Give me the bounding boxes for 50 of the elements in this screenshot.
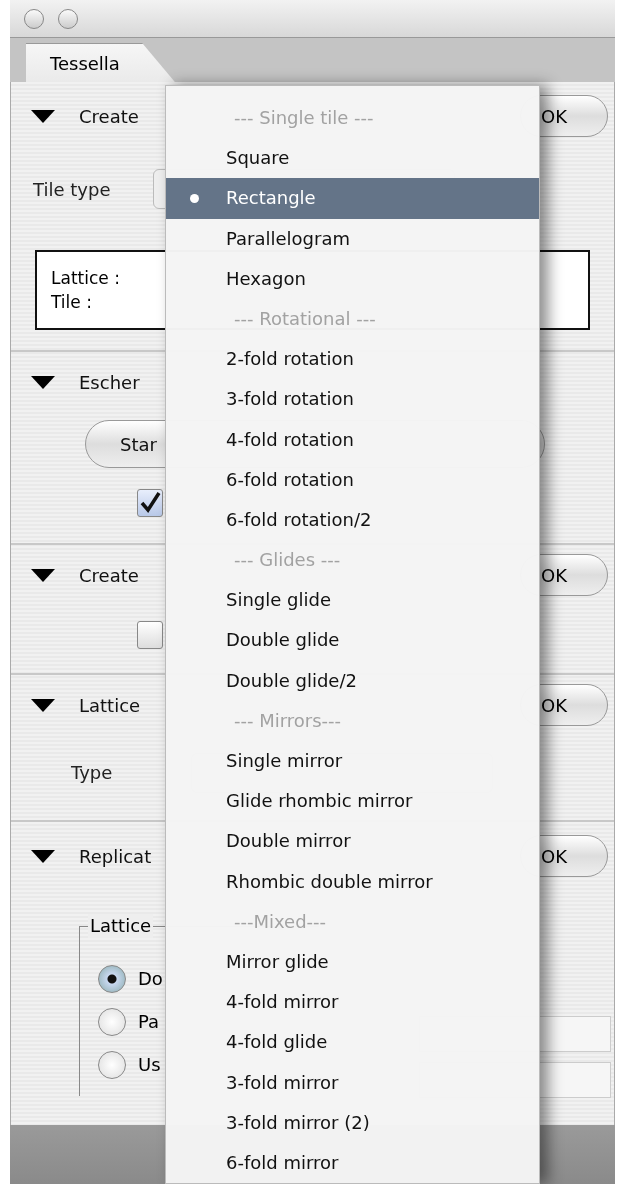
tab[interactable]: Tessella: [26, 43, 175, 82]
field-label: Tile type: [33, 178, 112, 200]
menu-item[interactable]: Glide rhombic mirror: [166, 781, 539, 822]
menu-item[interactable]: 3-fold mirror (2): [166, 1102, 539, 1143]
section-title: Replicat: [79, 845, 152, 867]
menu-item[interactable]: 2-fold rotation: [166, 339, 539, 380]
menu-item[interactable]: 6-fold mirror: [166, 1142, 539, 1184]
menu-item[interactable]: Single mirror: [166, 741, 539, 782]
checkbox[interactable]: [137, 489, 163, 517]
disclosure-triangle-icon[interactable]: [31, 375, 55, 389]
menu-item[interactable]: 4-fold mirror: [166, 982, 539, 1023]
menu-item[interactable]: 4-fold rotation: [166, 419, 539, 460]
section-title: Create: [79, 105, 139, 127]
radio-button[interactable]: [98, 964, 126, 993]
menu-item[interactable]: 4-fold glide: [166, 1022, 539, 1063]
menu-item[interactable]: Square: [166, 138, 539, 179]
section-title: Lattice: [79, 694, 141, 716]
radio-button[interactable]: [98, 1007, 126, 1036]
menu-item[interactable]: Parallelogram: [166, 218, 539, 259]
bullet-icon: [190, 194, 199, 204]
section-title: Create: [79, 564, 139, 586]
checkbox[interactable]: [137, 621, 163, 649]
menu-section-header: --- Rotational ---: [233, 306, 377, 331]
menu-item[interactable]: 3-fold rotation: [166, 379, 539, 420]
menu-item[interactable]: 3-fold mirror: [166, 1062, 539, 1103]
disclosure-triangle-icon[interactable]: [31, 698, 55, 712]
menu-section-header: --- Mirrors---: [233, 708, 343, 733]
menu-item[interactable]: Mirror glide: [166, 941, 539, 983]
menu-item[interactable]: Rectangle: [166, 178, 539, 219]
radio-label: Us: [138, 1054, 161, 1075]
radio-label: Pa: [138, 1011, 160, 1032]
section-title: Escher: [79, 371, 140, 393]
info-label: Lattice :: [51, 267, 120, 290]
disclosure-triangle-icon[interactable]: [31, 109, 55, 123]
info-label: Tile :: [51, 291, 92, 314]
field-label: Type: [71, 762, 114, 783]
disclosure-triangle-icon[interactable]: [31, 849, 55, 863]
radio-button[interactable]: [98, 1050, 126, 1079]
menu-section-header: --- Single tile ---: [233, 106, 375, 130]
menu-section-header: --- Glides ---: [233, 548, 342, 573]
menu-item[interactable]: Hexagon: [166, 258, 539, 299]
minimize-button[interactable]: [58, 8, 78, 29]
group-legend: Lattice: [88, 914, 154, 938]
disclosure-triangle-icon[interactable]: [31, 568, 55, 582]
menu-item[interactable]: 6-fold rotation: [166, 459, 539, 500]
menu-item[interactable]: Double glide: [166, 620, 539, 661]
menu-section-header: ---Mixed---: [233, 909, 328, 934]
close-button[interactable]: [24, 8, 44, 29]
menu-item[interactable]: 6-fold rotation/2: [166, 499, 539, 541]
radio-label: Do: [138, 968, 163, 989]
